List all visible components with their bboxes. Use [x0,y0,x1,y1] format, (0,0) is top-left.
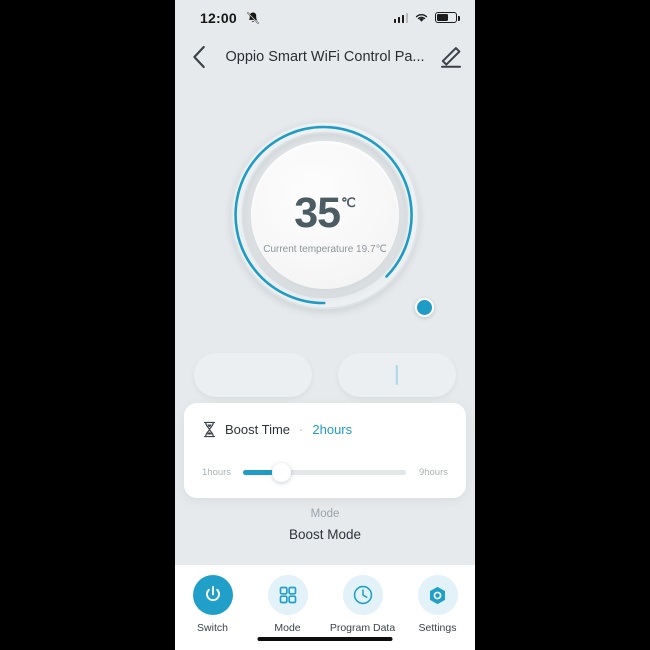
home-indicator [257,636,393,641]
clock-icon [353,585,372,605]
hexagon-gear-icon-wrap [417,575,458,615]
bottom-navigation: Switch Mode Program Data Settings [175,565,475,650]
boost-time-label: Boost Time [225,422,291,437]
nav-label-settings: Settings [418,622,457,634]
current-temperature-text: Current temperature 19.7℃ [263,243,387,255]
mode-label: Mode [310,508,340,520]
battery-icon [435,12,460,23]
decrease-temperature-button[interactable] [194,353,312,397]
temperature-adjust-row [175,353,475,399]
nav-label-mode: Mode [274,622,301,634]
status-bar-indicators [393,12,460,23]
target-temperature: 35 ℃ [294,189,356,237]
boost-time-separator: · [299,422,304,437]
nav-item-mode[interactable]: Mode [250,575,325,634]
pencil-edit-icon[interactable] [437,43,465,71]
status-bar: 12:00 [175,0,475,36]
screenshot-stage: 12:00 Oppio Smart WiFi Control Pa... 35 … [0,0,650,650]
status-bar-time: 12:00 [200,10,237,26]
grid-icon [279,586,296,604]
power-icon [205,585,220,602]
temperature-dial[interactable]: 35 ℃ Current temperature 19.7℃ [225,115,434,320]
bell-muted-icon [247,12,259,24]
power-icon-wrap [192,575,233,615]
slider-min-label: 1hours [202,467,232,478]
chevron-left-icon[interactable] [185,42,215,72]
phone-screen: 12:00 Oppio Smart WiFi Control Pa... 35 … [175,0,475,650]
mode-value[interactable]: Boost Mode [175,527,475,542]
clock-icon-wrap [342,575,383,615]
slider-max-label: 9hours [418,467,448,478]
cellular-signal-icon [393,12,408,23]
dial-face: 35 ℃ Current temperature 19.7℃ [251,141,399,289]
boost-time-value[interactable]: 2hours [312,422,352,437]
hourglass-icon [204,421,215,438]
hexagon-gear-icon [429,586,446,604]
slider-track[interactable] [243,463,406,482]
increase-temperature-button[interactable] [338,353,456,397]
nav-item-switch[interactable]: Switch [175,575,250,634]
page-title: Oppio Smart WiFi Control Pa... [225,49,425,65]
slider-thumb[interactable] [272,463,292,482]
mode-section: Mode Boost Mode [175,508,475,542]
nav-item-program-data[interactable]: Program Data [325,575,400,634]
boost-time-header: Boost Time · 2hours [202,421,352,438]
nav-label-switch: Switch [197,622,228,634]
nav-item-settings[interactable]: Settings [400,575,475,634]
app-header: Oppio Smart WiFi Control Pa... [175,36,475,78]
boost-time-card: Boost Time · 2hours 1hours 9hours [184,403,466,498]
temperature-unit: ℃ [341,195,356,210]
grid-icon-wrap [267,575,308,615]
nav-label-program-data: Program Data [329,622,396,634]
wifi-icon [415,14,428,22]
dial-readout: 35 ℃ Current temperature 19.7℃ [251,189,399,255]
dial-knob[interactable] [415,298,434,317]
boost-time-slider[interactable]: 1hours 9hours [202,463,448,485]
target-temperature-value: 35 [294,189,341,237]
